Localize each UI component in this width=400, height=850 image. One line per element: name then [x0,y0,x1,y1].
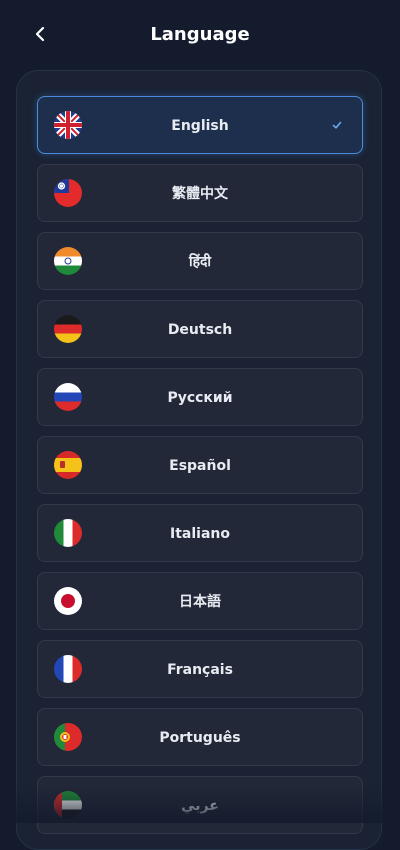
language-label: 繁體中文 [172,186,228,202]
header: Language [0,0,400,70]
page-title: Language [150,24,250,45]
language-label: Русский [167,390,233,406]
language-label: عربي [181,798,219,814]
language-option-arabic[interactable]: عربي [37,776,363,834]
language-label: Português [159,730,241,746]
language-label: Italiano [170,526,230,542]
language-option-hindi[interactable]: हिंदी [37,232,363,290]
language-label: हिंदी [188,254,212,270]
language-option-german[interactable]: Deutsch [37,300,363,358]
language-option-english[interactable]: English [37,96,363,154]
language-label: Français [167,662,233,678]
language-label: 日本語 [179,594,221,610]
language-option-traditional-chinese[interactable]: 繁體中文 [37,164,363,222]
language-option-french[interactable]: Français [37,640,363,698]
language-label: English [171,118,229,134]
language-option-italian[interactable]: Italiano [37,504,363,562]
checkmark-icon [332,121,342,129]
language-option-russian[interactable]: Русский [37,368,363,426]
language-label: Español [169,458,231,474]
language-option-portuguese[interactable]: Português [37,708,363,766]
language-option-japanese[interactable]: 日本語 [37,572,363,630]
language-label: Deutsch [167,322,233,338]
language-option-spanish[interactable]: Español [37,436,363,494]
language-list-panel: English 繁體中文 हिंदी Deutsch Русский Españ… [16,70,382,850]
